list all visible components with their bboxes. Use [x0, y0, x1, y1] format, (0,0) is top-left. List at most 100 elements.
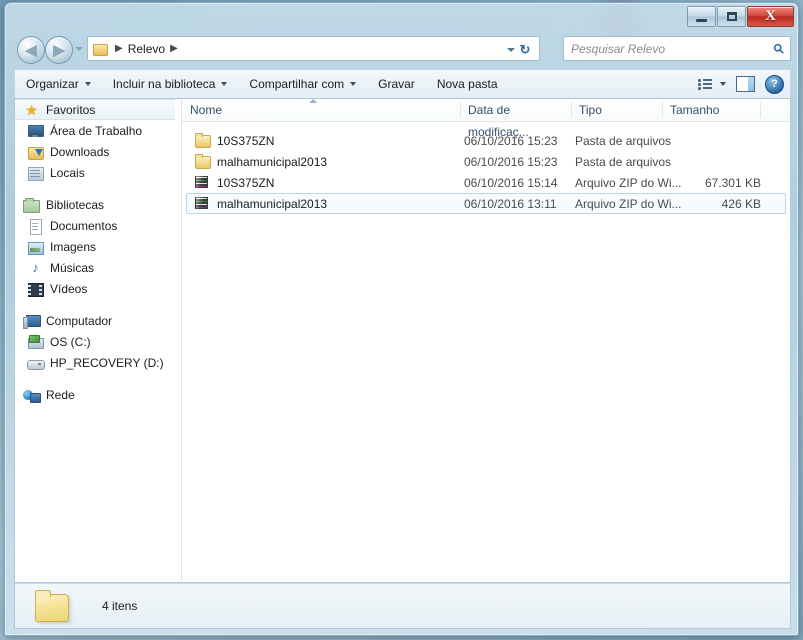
table-row[interactable]: 10S375ZN 06/10/2016 15:23 Pasta de arqui… [186, 130, 786, 151]
system-drive-icon [27, 334, 44, 350]
sidebar-label: Imagens [50, 239, 97, 254]
status-bar: 4 itens [14, 583, 791, 629]
refresh-icon[interactable]: ↻ [516, 42, 534, 58]
toolbar-label: Nova pasta [436, 77, 498, 91]
toolbar-item-incluir-na-biblioteca[interactable]: Incluir na biblioteca [102, 69, 239, 99]
title-bar: X [5, 3, 798, 31]
file-date-cell: 06/10/2016 13:11 [464, 196, 557, 211]
file-name-label: 10S375ZN [217, 133, 275, 148]
preview-pane-icon[interactable] [736, 76, 755, 92]
file-name-label: 10S375ZN [217, 175, 275, 190]
network-icon [23, 387, 41, 403]
sidebar-item-hp-recovery-d[interactable]: HP_RECOVERY (D:) [15, 352, 181, 373]
sidebar-label: Bibliotecas [46, 197, 105, 212]
table-row[interactable]: 10S375ZN 06/10/2016 15:14 Arquivo ZIP do… [186, 172, 786, 193]
libraries-icon [23, 197, 40, 213]
recent-places-icon [27, 165, 44, 181]
breadcrumb-separator-trailing[interactable]: ▶ [170, 43, 178, 54]
sidebar-label: OS (C:) [50, 334, 91, 349]
column-header-tamanho[interactable]: Tamanho [662, 99, 757, 121]
sidebar-item-computador[interactable]: Computador [15, 310, 181, 331]
sidebar-label: Computador [46, 313, 113, 328]
close-button[interactable]: X [747, 6, 794, 27]
file-name-cell[interactable]: 10S375ZN [194, 133, 274, 148]
column-header-data-de-modificacao[interactable]: Data de modificaç... [460, 99, 571, 139]
pictures-icon [27, 239, 44, 255]
search-box[interactable]: Pesquisar Relevo ⚲ [563, 36, 791, 61]
sidebar-item-area-de-trabalho[interactable]: Área de Trabalho [15, 120, 181, 141]
forward-button[interactable]: ▶ [45, 36, 73, 64]
file-size-cell: 426 KB [721, 196, 761, 211]
column-label: Nome [190, 103, 223, 117]
zip-archive-icon [194, 175, 211, 190]
item-count-label: 4 itens [102, 599, 138, 613]
sidebar-item-imagens[interactable]: Imagens [15, 236, 181, 257]
file-date-cell: 06/10/2016 15:23 [464, 154, 558, 169]
sidebar-item-downloads[interactable]: Downloads [15, 141, 181, 162]
sidebar-item-os-c[interactable]: OS (C:) [15, 331, 181, 352]
sidebar-item-documentos[interactable]: Documentos [15, 215, 181, 236]
toolbar-item-gravar[interactable]: Gravar [367, 69, 426, 99]
address-dropdown-icon[interactable] [507, 48, 515, 52]
view-options-chevron-icon[interactable] [720, 82, 726, 86]
back-button[interactable]: ◀ [17, 36, 45, 64]
maximize-icon [726, 12, 737, 21]
maximize-button[interactable] [717, 6, 746, 27]
sidebar-item-musicas[interactable]: ♪ Músicas [15, 257, 181, 278]
column-header-nome[interactable]: Nome [182, 99, 460, 121]
file-name-cell[interactable]: 10S375ZN [194, 175, 274, 190]
file-date-cell: 06/10/2016 15:14 [464, 175, 558, 190]
file-name-cell[interactable]: malhamunicipal2013 [194, 196, 327, 211]
search-input-placeholder[interactable]: Pesquisar Relevo [564, 42, 768, 56]
file-date-cell: 06/10/2016 15:23 [464, 133, 558, 148]
sidebar-item-videos[interactable]: Vídeos [15, 278, 181, 299]
search-icon: ⚲ [769, 39, 788, 57]
sidebar-item-rede[interactable]: Rede [15, 384, 181, 405]
toolbar-item-organizar[interactable]: Organizar [15, 69, 102, 99]
sidebar-label: Downloads [50, 144, 110, 159]
address-row: ◀ ▶ ▶ Relevo ▶ ↻ Pesquisar Relevo ⚲ [5, 31, 798, 69]
view-options-icon[interactable] [698, 78, 713, 91]
file-list: Nome Data de modificaç... Tipo Tamanho 1… [182, 99, 790, 581]
breadcrumb-separator-leading[interactable]: ▶ [115, 43, 123, 54]
sort-ascending-icon [309, 99, 317, 103]
breadcrumb-current-folder[interactable]: Relevo [128, 42, 165, 56]
folder-icon [194, 154, 211, 169]
file-type-cell: Pasta de arquivos [575, 154, 672, 169]
column-header-tipo[interactable]: Tipo [571, 99, 662, 121]
toolbar-item-nova-pasta[interactable]: Nova pasta [426, 69, 509, 99]
hard-drive-icon [27, 355, 45, 371]
sidebar-label: Músicas [50, 260, 95, 275]
desktop-icon [27, 123, 44, 139]
toolbar-label: Organizar [26, 77, 79, 91]
sidebar-item-locais[interactable]: Locais [15, 162, 181, 183]
folder-icon [32, 589, 72, 623]
command-toolbar: Organizar Incluir na biblioteca Comparti… [14, 69, 791, 99]
minimize-icon [696, 18, 707, 22]
history-dropdown-icon[interactable] [75, 47, 83, 51]
sidebar-item-bibliotecas[interactable]: Bibliotecas [15, 194, 181, 215]
forward-arrow-icon: ▶ [53, 41, 65, 59]
toolbar-item-compartilhar-com[interactable]: Compartilhar com [238, 69, 367, 99]
file-name-cell[interactable]: malhamunicipal2013 [194, 154, 327, 169]
navigation-pane: ★ Favoritos Área de Trabalho Downloads L… [15, 99, 182, 581]
toolbar-right-group: ? [698, 74, 790, 94]
help-icon[interactable]: ? [765, 74, 784, 94]
table-row[interactable]: malhamunicipal2013 06/10/2016 13:11 Arqu… [186, 193, 786, 214]
videos-icon [27, 281, 44, 297]
table-row[interactable]: malhamunicipal2013 06/10/2016 15:23 Past… [186, 151, 786, 172]
address-bar[interactable]: ▶ Relevo ▶ ↻ [87, 36, 540, 61]
column-label: Tamanho [670, 103, 720, 117]
star-icon: ★ [25, 101, 38, 118]
file-type-cell: Pasta de arquivos [575, 133, 672, 148]
sidebar-label: Favoritos [46, 102, 96, 117]
sidebar-item-favoritos[interactable]: ★ Favoritos [15, 99, 175, 120]
content-pane: ★ Favoritos Área de Trabalho Downloads L… [14, 99, 791, 583]
music-icon: ♪ [32, 259, 39, 275]
downloads-folder-icon [27, 144, 44, 160]
minimize-button[interactable] [687, 6, 716, 27]
column-divider[interactable] [760, 102, 761, 118]
